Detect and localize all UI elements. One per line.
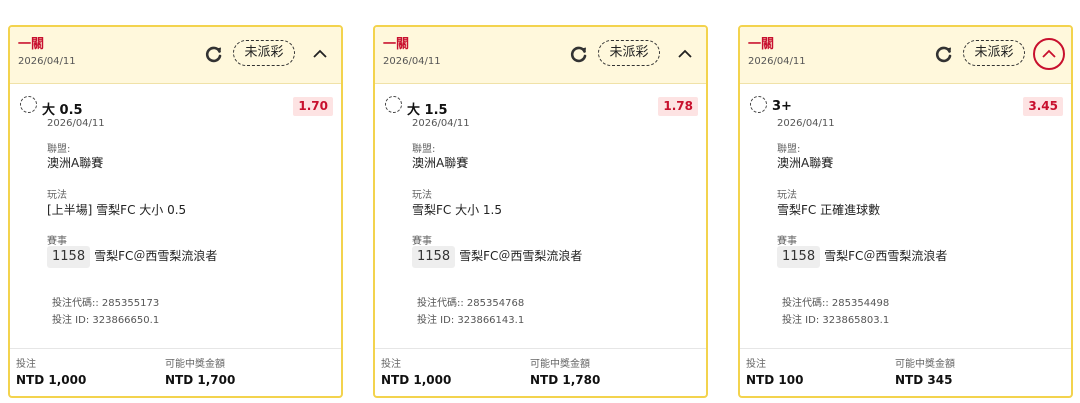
league-label: 聯盟: [412,144,436,155]
event-name: 雪梨FC＠西雪梨流浪者 [824,249,948,263]
league-label: 聯盟: [47,144,71,155]
refresh-icon[interactable] [203,43,225,65]
potential-win-label: 可能中獎金額 [895,359,955,370]
selection-name: 3+ [772,99,792,114]
selection-date: 2026/04/11 [412,118,470,129]
bet-id: 投注 ID: 323865803.1 [782,315,890,326]
potential-win-label: 可能中獎金額 [165,359,225,370]
odds-badge: 1.78 [658,97,698,116]
chevron-up-icon [313,49,327,58]
chevron-up-icon [1042,49,1056,58]
event-row: 1158 雪梨FC＠西雪梨流浪者 [412,246,582,268]
refresh-icon[interactable] [568,43,590,65]
event-row: 1158 雪梨FC＠西雪梨流浪者 [47,246,217,268]
bet-type-label: 玩法 [777,190,797,201]
stake-label: 投注 [746,359,766,370]
bet-card-footer: 投注 NTD 1,000 可能中獎金額 NTD 1,700 [10,348,341,396]
bet-card: 一關 2026/04/11 未派彩 大 0.5 1.70 2026/04/11 … [8,25,343,398]
potential-win-value: NTD 1,780 [530,373,601,387]
bet-date: 2026/04/11 [748,56,806,67]
chevron-up-icon [678,49,692,58]
stake-label: 投注 [16,359,36,370]
league-label: 聯盟: [777,144,801,155]
settlement-status-badge: 未派彩 [598,40,660,66]
bet-type-title: 一關 [748,37,775,52]
league-value: 澳洲A聯賽 [412,156,469,170]
settlement-status-badge: 未派彩 [233,40,295,66]
bet-type-value: [上半場] 雪梨FC 大小 0.5 [47,203,187,217]
bet-type-label: 玩法 [47,190,67,201]
league-value: 澳洲A聯賽 [47,156,104,170]
stake-value: NTD 100 [746,373,804,387]
selection-radio[interactable] [385,96,402,113]
potential-win-label: 可能中獎金額 [530,359,590,370]
bet-type-title: 一關 [18,37,45,52]
bet-date: 2026/04/11 [383,56,441,67]
collapse-button[interactable] [305,39,335,69]
bet-type-value: 雪梨FC 大小 1.5 [412,203,502,217]
selection-date: 2026/04/11 [47,118,105,129]
bet-code: 投注代碼:: 285354498 [782,298,890,309]
collapse-button[interactable] [670,39,700,69]
bet-card-header[interactable]: 一關 2026/04/11 未派彩 [375,27,706,84]
selection-date: 2026/04/11 [777,118,835,129]
bet-type-value: 雪梨FC 正確進球數 [777,203,881,217]
bet-id: 投注 ID: 323866650.1 [52,315,160,326]
odds-badge: 1.70 [293,97,333,116]
event-id-badge: 1158 [47,246,91,268]
event-id-badge: 1158 [777,246,821,268]
selection-radio[interactable] [750,96,767,113]
odds-badge: 3.45 [1023,97,1063,116]
bet-card-header[interactable]: 一關 2026/04/11 未派彩 [740,27,1071,84]
potential-win-value: NTD 1,700 [165,373,236,387]
selection-name: 大 0.5 [42,103,83,118]
bet-card: 一關 2026/04/11 未派彩 大 1.5 1.78 2026/04/11 … [373,25,708,398]
event-label: 賽事 [412,236,432,247]
event-row: 1158 雪梨FC＠西雪梨流浪者 [777,246,947,268]
bet-card-footer: 投注 NTD 1,000 可能中獎金額 NTD 1,780 [375,348,706,396]
event-label: 賽事 [47,236,67,247]
bet-date: 2026/04/11 [18,56,76,67]
refresh-icon[interactable] [933,43,955,65]
bet-code: 投注代碼:: 285354768 [417,298,525,309]
bet-type-title: 一關 [383,37,410,52]
bet-type-label: 玩法 [412,190,432,201]
bet-code: 投注代碼:: 285355173 [52,298,160,309]
event-name: 雪梨FC＠西雪梨流浪者 [94,249,218,263]
selection-radio[interactable] [20,96,37,113]
collapse-button[interactable] [1033,38,1065,70]
stake-label: 投注 [381,359,401,370]
stake-value: NTD 1,000 [16,373,87,387]
bet-card-header[interactable]: 一關 2026/04/11 未派彩 [10,27,341,84]
bet-card-footer: 投注 NTD 100 可能中獎金額 NTD 345 [740,348,1071,396]
league-value: 澳洲A聯賽 [777,156,834,170]
selection-name: 大 1.5 [407,103,448,118]
bet-card: 一關 2026/04/11 未派彩 3+ 3.45 2026/04/11 聯盟:… [738,25,1073,398]
bet-id: 投注 ID: 323866143.1 [417,315,525,326]
potential-win-value: NTD 345 [895,373,953,387]
stake-value: NTD 1,000 [381,373,452,387]
settlement-status-badge: 未派彩 [963,40,1025,66]
event-name: 雪梨FC＠西雪梨流浪者 [459,249,583,263]
event-id-badge: 1158 [412,246,456,268]
event-label: 賽事 [777,236,797,247]
